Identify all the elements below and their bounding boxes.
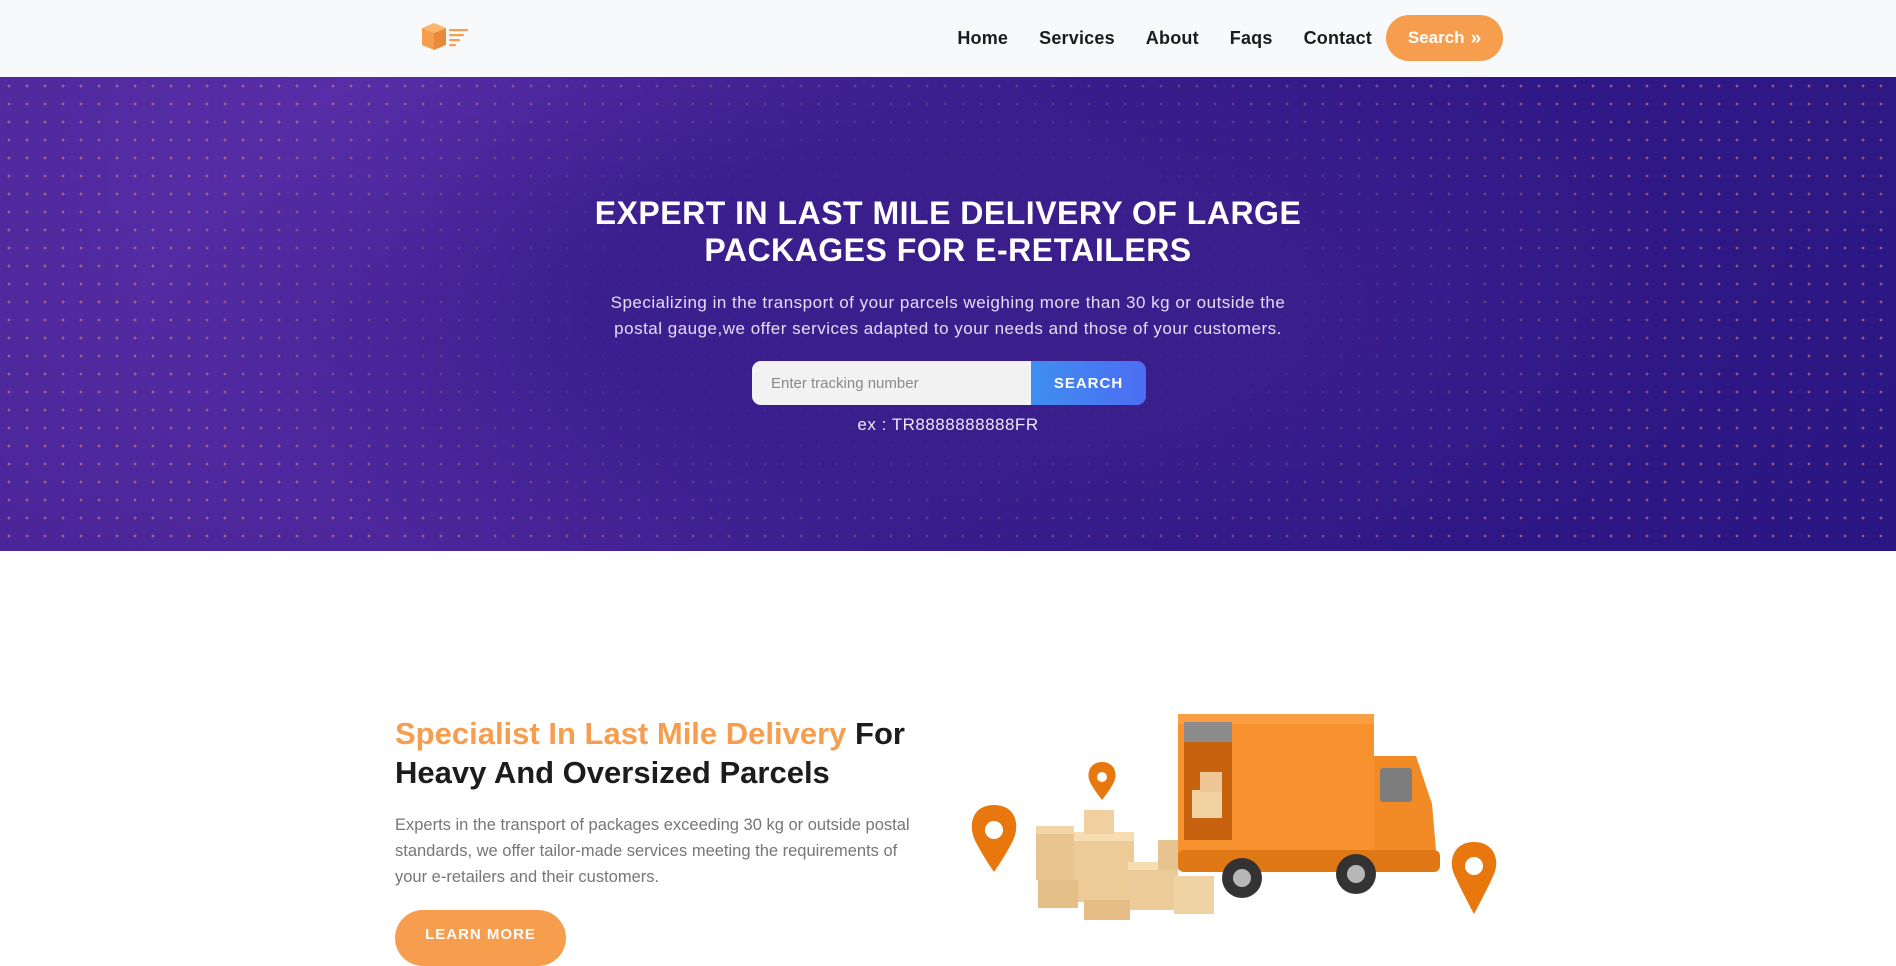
nav-link-home[interactable]: Home — [957, 28, 1008, 49]
navbar: Home Services About Faqs Contact Search … — [0, 0, 1896, 77]
hero-title: EXPERT IN LAST MILE DELIVERY OF LARGE PA… — [548, 195, 1348, 269]
tracking-number-input[interactable] — [752, 361, 1031, 405]
tracking-example: ex : TR8888888888FR — [857, 415, 1039, 434]
delivery-truck — [1178, 714, 1440, 898]
main-nav: Home Services About Faqs Contact — [957, 0, 1372, 77]
map-pin-icon — [1088, 762, 1116, 800]
double-chevron-right-icon: » — [1470, 27, 1482, 49]
nav-search-button[interactable]: Search » — [1386, 15, 1503, 61]
hero-title-line-2: PACKAGES FOR E-RETAILERS — [704, 232, 1192, 268]
map-pin-icon — [971, 805, 1017, 872]
nav-link-about[interactable]: About — [1146, 28, 1199, 49]
nav-link-contact[interactable]: Contact — [1304, 28, 1372, 49]
hero-subtitle-line-1: Specializing in the transport of your pa… — [610, 293, 1286, 312]
hero-subtitle: Specializing in the transport of your pa… — [548, 290, 1348, 342]
delivery-box-icon[interactable] — [420, 20, 470, 54]
nav-link-faqs[interactable]: Faqs — [1230, 28, 1273, 49]
nav-search-label: Search — [1407, 28, 1465, 47]
section-title-accent: Specialist In Last Mile Delivery — [395, 716, 847, 751]
nav-link-services[interactable]: Services — [1039, 28, 1115, 49]
section-description: Experts in the transport of packages exc… — [395, 816, 910, 886]
tracking-search-button[interactable]: SEARCH — [1031, 361, 1146, 405]
hero-subtitle-line-2: postal gauge,we offer services adapted t… — [614, 319, 1282, 338]
hero-section: EXPERT IN LAST MILE DELIVERY OF LARGE PA… — [0, 77, 1896, 551]
hero-title-line-1: EXPERT IN LAST MILE DELIVERY OF LARGE — [594, 195, 1302, 231]
tracking-form: SEARCH — [752, 361, 1146, 405]
learn-more-button[interactable]: LEARN MORE — [395, 910, 566, 966]
section-title: Specialist In Last Mile Delivery For Hea… — [395, 714, 915, 792]
delivery-truck-illustration — [971, 714, 1497, 920]
map-pin-icon — [1451, 842, 1497, 914]
